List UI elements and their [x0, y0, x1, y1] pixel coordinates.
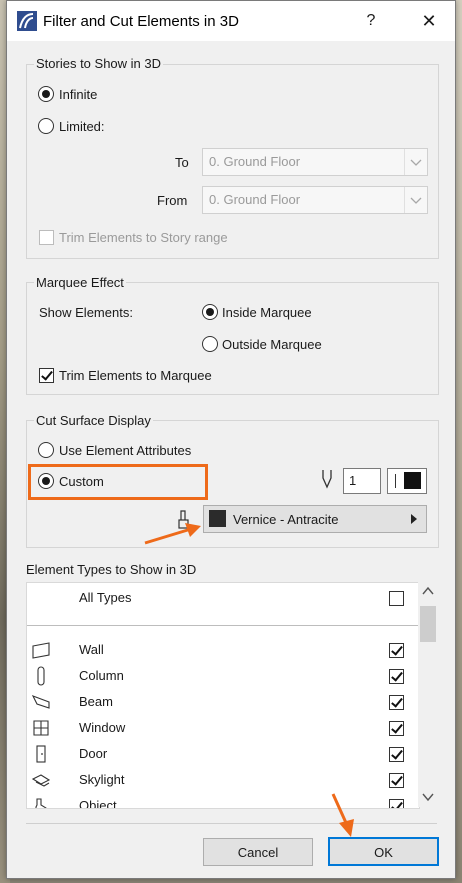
element-type-checkbox[interactable] — [389, 695, 404, 710]
element-type-label: Wall — [79, 642, 104, 657]
element-types-title: Element Types to Show in 3D — [26, 562, 197, 577]
list-item[interactable]: Skylight — [27, 767, 419, 793]
to-label: To — [175, 155, 189, 170]
chevron-down-icon — [404, 187, 427, 213]
ok-button-label: OK — [374, 845, 393, 860]
material-value: Vernice - Antracite — [233, 512, 339, 527]
skylight-icon — [31, 774, 51, 787]
material-swatch — [209, 510, 226, 527]
pen-number-field[interactable]: 1 — [343, 468, 381, 494]
title-bar: Filter and Cut Elements in 3D ? ✕ — [7, 1, 455, 41]
annotation-arrow-ok — [331, 793, 354, 837]
cancel-button[interactable]: Cancel — [203, 838, 313, 866]
from-story-value: 0. Ground Floor — [209, 192, 301, 207]
inside-marquee-radio[interactable] — [202, 304, 218, 320]
trim-story-checkbox[interactable] — [39, 230, 54, 245]
list-scrollbar[interactable] — [418, 582, 438, 807]
show-elements-label: Show Elements: — [39, 305, 133, 320]
list-item[interactable]: Object — [27, 793, 419, 809]
element-type-checkbox[interactable] — [389, 773, 404, 788]
infinite-label: Infinite — [59, 87, 98, 102]
list-divider — [27, 625, 419, 626]
scroll-thumb[interactable] — [420, 606, 436, 642]
element-type-checkbox[interactable] — [389, 669, 404, 684]
all-types-checkbox[interactable] — [389, 591, 404, 606]
beam-icon — [31, 694, 50, 709]
element-type-label: Beam — [79, 694, 113, 709]
custom-radio[interactable] — [38, 473, 54, 489]
help-button[interactable]: ? — [359, 9, 383, 33]
scroll-down-arrow-icon[interactable] — [422, 792, 434, 802]
cancel-button-label: Cancel — [237, 845, 279, 860]
outside-marquee-label: Outside Marquee — [222, 337, 322, 352]
inside-marquee-label: Inside Marquee — [222, 305, 312, 320]
element-type-checkbox[interactable] — [389, 747, 404, 762]
outside-marquee-radio[interactable] — [202, 336, 218, 352]
element-type-label: Window — [79, 720, 126, 735]
use-element-attributes-label: Use Element Attributes — [59, 443, 192, 458]
list-item[interactable]: Beam — [27, 689, 419, 715]
chevron-down-icon — [404, 149, 427, 175]
element-types-list: All Types Wall Column Beam Window Door S… — [26, 582, 420, 809]
wall-icon — [32, 642, 50, 659]
from-story-dropdown[interactable]: 0. Ground Floor — [202, 186, 428, 214]
cut-surface-group-title: Cut Surface Display — [34, 413, 153, 428]
from-label: From — [157, 193, 188, 208]
list-item[interactable]: Column — [27, 663, 419, 689]
custom-highlight-frame — [28, 464, 208, 500]
element-type-label: Object — [79, 798, 117, 809]
element-type-checkbox[interactable] — [389, 799, 404, 808]
surface-material-dropdown[interactable]: Vernice - Antracite — [203, 505, 427, 533]
chevron-right-icon — [411, 514, 417, 524]
ok-button[interactable]: OK — [328, 837, 439, 866]
to-story-value: 0. Ground Floor — [209, 154, 301, 169]
all-types-label: All Types — [79, 590, 132, 605]
element-type-checkbox[interactable] — [389, 721, 404, 736]
custom-label: Custom — [59, 474, 104, 489]
list-item-all-types[interactable]: All Types — [27, 585, 419, 611]
limited-radio[interactable] — [38, 118, 54, 134]
window-icon — [33, 720, 49, 736]
trim-marquee-checkbox[interactable] — [39, 368, 54, 383]
pen-color-swatch — [404, 472, 421, 489]
column-icon — [37, 666, 45, 686]
pen-color-button[interactable] — [387, 468, 427, 494]
marquee-group-title: Marquee Effect — [34, 275, 126, 290]
infinite-radio[interactable] — [38, 86, 54, 102]
to-story-dropdown[interactable]: 0. Ground Floor — [202, 148, 428, 176]
limited-label: Limited: — [59, 119, 105, 134]
trim-story-label: Trim Elements to Story range — [59, 230, 228, 245]
use-element-attributes-radio[interactable] — [38, 442, 54, 458]
list-item[interactable]: Door — [27, 741, 419, 767]
filter-cut-dialog: Filter and Cut Elements in 3D ? ✕ Storie… — [6, 0, 456, 879]
scroll-up-arrow-icon[interactable] — [422, 586, 434, 596]
pen-color-divider — [395, 474, 396, 488]
element-type-label: Column — [79, 668, 124, 683]
archicad-app-icon — [17, 11, 37, 31]
close-button[interactable]: ✕ — [417, 9, 441, 33]
element-type-label: Door — [79, 746, 108, 761]
list-item[interactable]: Window — [27, 715, 419, 741]
list-item[interactable]: Wall — [27, 637, 419, 663]
element-type-label: Skylight — [79, 772, 125, 787]
element-type-checkbox[interactable] — [389, 643, 404, 658]
stories-group-title: Stories to Show in 3D — [34, 56, 164, 71]
door-icon — [36, 745, 46, 763]
window-title: Filter and Cut Elements in 3D — [43, 13, 239, 30]
pen-icon — [322, 470, 332, 489]
annotation-arrow-custom — [144, 523, 201, 545]
pen-number-value: 1 — [349, 473, 357, 488]
footer-divider — [26, 823, 437, 824]
object-icon — [35, 798, 47, 808]
trim-marquee-label: Trim Elements to Marquee — [59, 368, 212, 383]
